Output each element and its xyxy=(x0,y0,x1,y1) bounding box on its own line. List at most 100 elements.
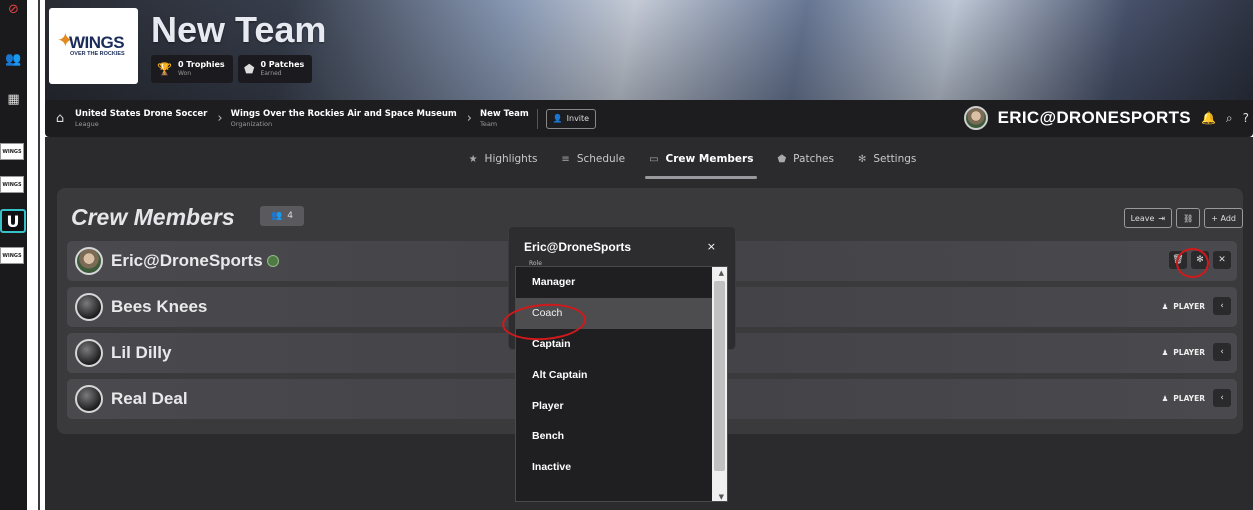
app-logo-icon[interactable]: ⊘ xyxy=(3,0,24,18)
tab-settings[interactable]: ✻ Settings xyxy=(858,137,916,181)
close-icon: ✕ xyxy=(1218,255,1226,265)
avatar xyxy=(75,293,103,321)
close-icon[interactable]: × xyxy=(707,240,716,253)
member-actions: ♟ PLAYER ‹ xyxy=(1162,297,1231,315)
member-count: 4 xyxy=(287,211,293,221)
gear-icon: ✻ xyxy=(1196,255,1204,265)
team-logo: ✦ WINGS OVER THE ROCKIES xyxy=(49,8,138,84)
breadcrumb-team[interactable]: New Team Team xyxy=(480,109,529,128)
patches-stat: ⬟ 0 Patches Earned xyxy=(238,55,313,83)
delete-button[interactable]: 🗑 xyxy=(1169,251,1187,269)
logo-text-subtitle: OVER THE ROCKIES xyxy=(70,51,125,57)
avatar[interactable] xyxy=(963,106,988,130)
trophy-icon: 🏆 xyxy=(157,62,172,76)
expand-button[interactable]: ‹ xyxy=(1213,297,1231,315)
tab-label: Settings xyxy=(873,153,917,165)
team-switch-wings-3[interactable]: WINGS xyxy=(0,247,24,264)
help-icon[interactable]: ? xyxy=(1243,111,1249,125)
teams-icon[interactable]: 👥 xyxy=(3,50,24,68)
option-inactive[interactable]: Inactive xyxy=(516,452,712,483)
leave-button[interactable]: Leave ⇥ xyxy=(1123,208,1173,228)
person-icon: ♟ xyxy=(1161,301,1169,311)
patches-value: 0 Patches xyxy=(260,60,305,69)
user-name[interactable]: ERIC@DRONESPORTS xyxy=(998,108,1191,128)
list-icon: ≡ xyxy=(561,153,570,165)
option-player[interactable]: Player xyxy=(516,390,712,421)
divider xyxy=(536,108,538,129)
team-switch-wings-2[interactable]: WINGS xyxy=(0,176,24,193)
wings-label: WINGS xyxy=(2,252,22,259)
team-switch-u[interactable]: U xyxy=(0,209,26,233)
shield-icon: ⬟ xyxy=(777,153,787,165)
scrollbar-thumb[interactable] xyxy=(714,281,725,471)
member-actions: 🗑 ✻ ✕ xyxy=(1169,251,1231,269)
member-settings-button[interactable]: ✻ xyxy=(1191,251,1209,269)
left-rail: ⊘ 👥 ▦ WINGS WINGS U WINGS xyxy=(0,0,27,510)
add-label: + Add xyxy=(1211,213,1236,223)
person-icon: ♟ xyxy=(1161,393,1169,403)
avatar xyxy=(75,339,103,367)
member-actions: ♟ PLAYER ‹ xyxy=(1162,389,1231,407)
tab-label: Patches xyxy=(793,153,834,165)
option-manager[interactable]: Manager xyxy=(516,267,712,298)
unlink-button[interactable]: ⛓ xyxy=(1176,208,1201,228)
option-bench[interactable]: Bench xyxy=(516,421,712,452)
leave-label: Leave xyxy=(1130,213,1155,223)
person-icon: ♟ xyxy=(1161,347,1169,357)
option-label: Bench xyxy=(532,430,565,443)
breadcrumb-team-title: New Team xyxy=(479,109,529,119)
chevron-left-icon: ‹ xyxy=(1220,393,1224,403)
crew-actions: Leave ⇥ ⛓ + Add xyxy=(1123,208,1243,228)
tab-schedule[interactable]: ≡ Schedule xyxy=(561,137,625,181)
option-label: Player xyxy=(532,399,564,412)
role-badge: ♟ PLAYER xyxy=(1162,348,1205,357)
section-title: Crew Members xyxy=(71,204,235,230)
member-name: Lil Dilly xyxy=(111,343,172,362)
add-user-icon: 👤 xyxy=(552,114,563,123)
u-label: U xyxy=(6,211,20,231)
user-menu: ERIC@DRONESPORTS 🔔 ⌕ ? xyxy=(963,106,1249,130)
home-icon[interactable]: ⌂ xyxy=(45,111,75,126)
dropdown-scrollbar[interactable]: ▲ ▼ xyxy=(712,267,727,501)
calendar-icon[interactable]: ▦ xyxy=(3,90,24,108)
bell-icon[interactable]: 🔔 xyxy=(1201,111,1216,125)
option-label: Inactive xyxy=(532,461,572,474)
tab-crew-members[interactable]: ▭ Crew Members xyxy=(645,137,758,181)
option-label: Alt Captain xyxy=(532,368,588,381)
add-member-button[interactable]: + Add xyxy=(1204,208,1243,228)
tab-patches[interactable]: ⬟ Patches xyxy=(777,137,833,181)
invite-button[interactable]: 👤 Invite xyxy=(545,108,597,129)
team-switch-wings-1[interactable]: WINGS xyxy=(0,143,24,160)
chevron-right-icon: › xyxy=(466,111,472,126)
role-select-dropdown[interactable]: Manager Coach Captain Alt Captain Player… xyxy=(515,266,728,502)
modal-title: Eric@DroneSports xyxy=(524,240,632,254)
tab-label: Highlights xyxy=(484,153,538,165)
breadcrumb: ⌂ United States Drone Soccer League › Wi… xyxy=(45,100,1253,137)
breadcrumb-organization[interactable]: Wings Over the Rockies Air and Space Mus… xyxy=(231,109,457,128)
scroll-down-icon[interactable]: ▼ xyxy=(719,493,724,501)
expand-button[interactable]: ‹ xyxy=(1213,389,1231,407)
team-name: New Team xyxy=(151,9,327,50)
trophies-value: 0 Trophies xyxy=(177,60,225,69)
breadcrumb-org-title: Wings Over the Rockies Air and Space Mus… xyxy=(230,109,457,119)
breadcrumb-league[interactable]: United States Drone Soccer League xyxy=(75,109,207,128)
breadcrumb-league-title: United States Drone Soccer xyxy=(75,109,208,119)
scroll-up-icon[interactable]: ▲ xyxy=(719,269,724,277)
star-icon: ★ xyxy=(468,153,478,165)
tab-label: Schedule xyxy=(576,153,626,165)
page: ⊘ 👥 ▦ WINGS WINGS U WINGS ✦ WINGS OVER T… xyxy=(0,0,1253,510)
avatar xyxy=(75,247,103,275)
member-name: Bees Knees xyxy=(111,297,208,316)
crew-icon: ▭ xyxy=(649,153,659,165)
role-label: PLAYER xyxy=(1173,347,1205,357)
avatar xyxy=(75,385,103,413)
option-coach[interactable]: Coach xyxy=(516,297,712,329)
remove-button[interactable]: ✕ xyxy=(1213,251,1231,269)
chevron-left-icon: ‹ xyxy=(1220,347,1224,357)
search-icon[interactable]: ⌕ xyxy=(1226,111,1233,126)
expand-button[interactable]: ‹ xyxy=(1213,343,1231,361)
option-captain[interactable]: Captain xyxy=(516,329,712,360)
option-alt-captain[interactable]: Alt Captain xyxy=(516,359,712,390)
trophies-stat: 🏆 0 Trophies Won xyxy=(151,55,233,83)
tab-highlights[interactable]: ★ Highlights xyxy=(469,137,538,181)
